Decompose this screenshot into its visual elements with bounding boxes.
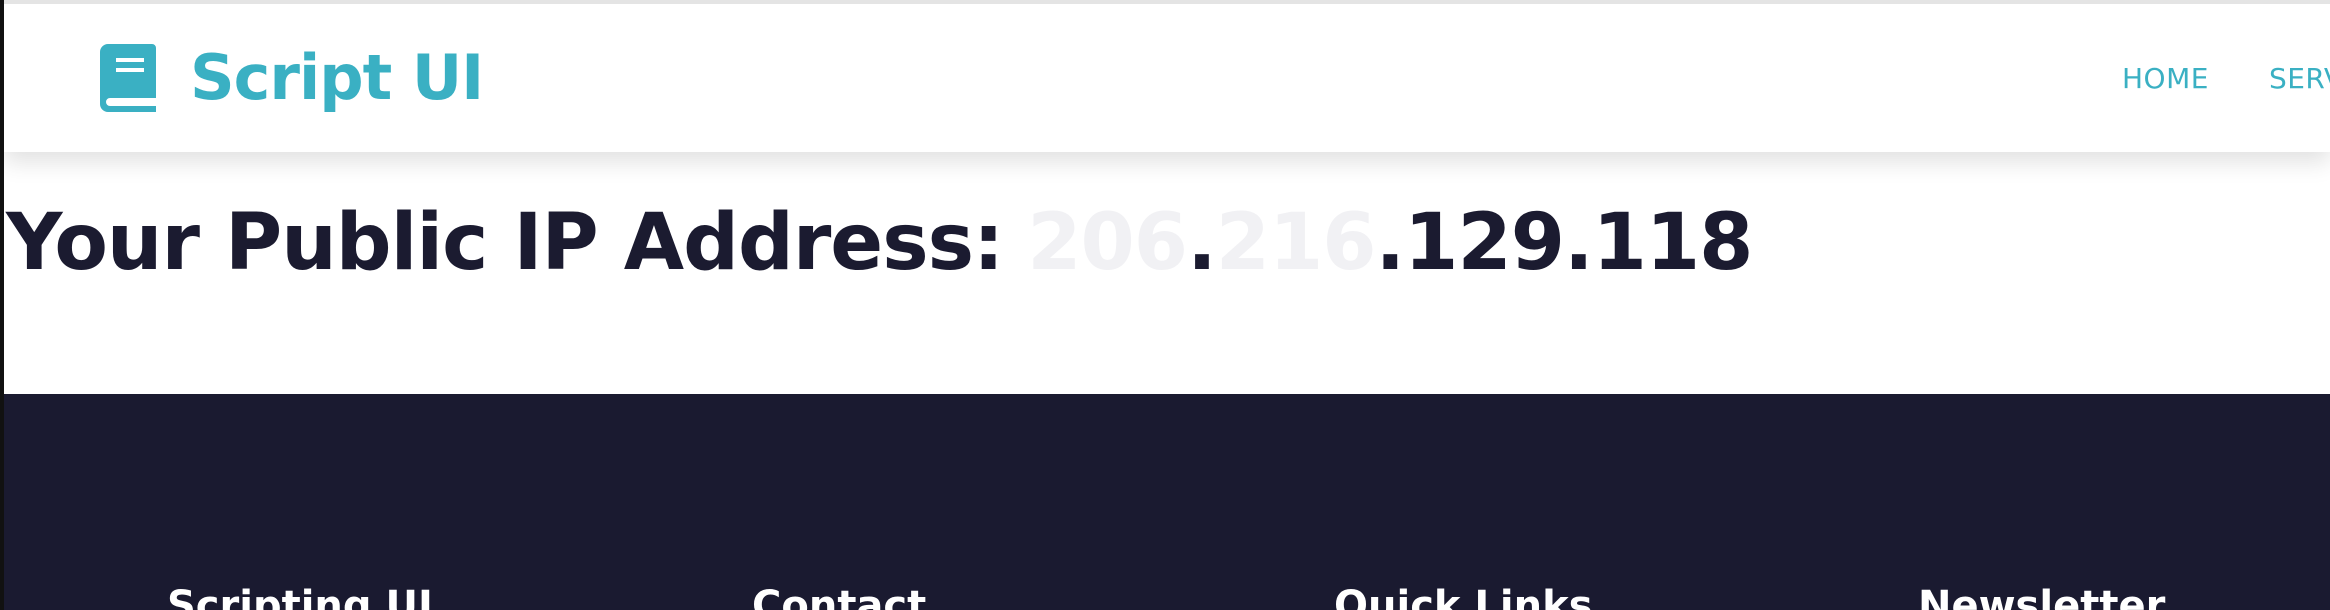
ip-octet-1: 206 [1027, 198, 1188, 288]
footer-heading-contact: Contact [752, 583, 927, 610]
ip-label: Your Public IP Address: [6, 198, 1004, 288]
footer-heading-quick-links: Quick Links [1334, 583, 1593, 610]
ip-separator: . [1187, 198, 1217, 288]
brand-link[interactable]: Script UI [100, 40, 484, 116]
main-nav: HOME SERVICES [2122, 62, 2330, 95]
ip-octet-2: 216 [1215, 198, 1377, 288]
footer-heading-newsletter: Newsletter [1918, 583, 2166, 610]
left-border [0, 0, 4, 610]
footer-heading-scripting-ui: Scripting UI [167, 583, 433, 610]
nav-item-services[interactable]: SERVICES [2269, 62, 2330, 95]
ip-section: Your Public IP Address: 206.216.129.118 [4, 152, 2330, 394]
nav-item-home[interactable]: HOME [2122, 62, 2209, 95]
brand-name: Script UI [190, 41, 484, 114]
book-icon [100, 44, 156, 112]
ip-address: 206.216.129.118 [1027, 198, 1754, 288]
site-footer: Scripting UI Contact Quick Links Newslet… [4, 394, 2330, 610]
ip-octets-rest: .129.118 [1375, 198, 1754, 288]
ip-heading: Your Public IP Address: 206.216.129.118 [6, 204, 1753, 282]
top-border [0, 0, 2330, 4]
browser-viewport: Script UI HOME SERVICES Your Public IP A… [0, 0, 2330, 610]
navbar: Script UI HOME SERVICES [4, 4, 2330, 152]
